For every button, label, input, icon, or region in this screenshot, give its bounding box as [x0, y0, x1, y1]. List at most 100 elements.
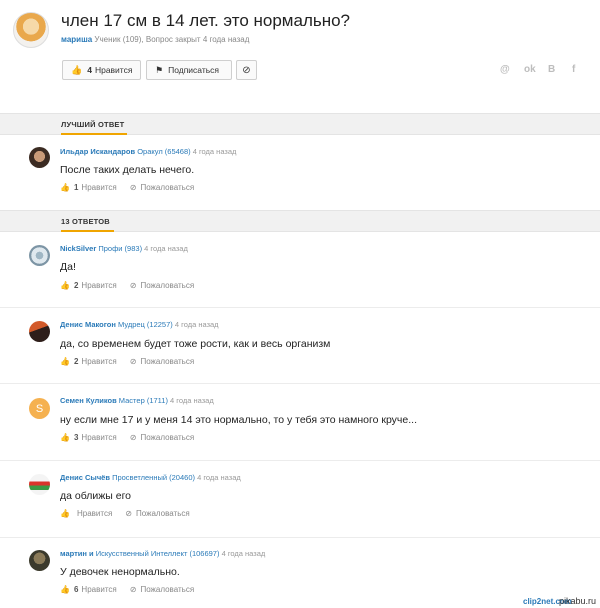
- answer-avatar[interactable]: [29, 474, 50, 495]
- answer-like-count: 6: [73, 585, 79, 594]
- answer-like-label: Нравится: [81, 183, 117, 192]
- answer-author-rank: Оракул (65468): [137, 147, 191, 156]
- best-answer-section-header: ЛУЧШИЙ ОТВЕТ: [0, 113, 600, 135]
- vk-share-icon[interactable]: B: [548, 64, 555, 75]
- answer-like-button[interactable]: 👍 Нравится: [60, 509, 112, 518]
- answer-author-link[interactable]: Ильдар Искандаров: [60, 147, 135, 156]
- answer-time: 4 года назад: [144, 244, 188, 253]
- answer-divider: [0, 307, 600, 308]
- best-answer-label: ЛУЧШИЙ ОТВЕТ: [61, 120, 125, 129]
- answer-author-link[interactable]: Денис Макогон: [60, 320, 116, 329]
- answer-like-label: Нравится: [81, 585, 117, 594]
- thumbs-up-icon: 👍: [71, 64, 83, 75]
- report-label: Пожаловаться: [140, 357, 195, 366]
- answer-text: да, со временем будет тоже рости, как и …: [60, 338, 331, 350]
- section-underline: [61, 230, 114, 232]
- answer-author-link[interactable]: мартин и: [60, 549, 94, 558]
- block-button[interactable]: ⊘: [236, 60, 257, 80]
- facebook-share-icon[interactable]: f: [572, 64, 575, 75]
- answer-text: После таких делать нечего.: [60, 164, 195, 176]
- like-count: 4: [87, 65, 92, 75]
- answer-avatar[interactable]: [29, 245, 50, 266]
- question-title: член 17 см в 14 лет. это нормально?: [61, 11, 351, 30]
- answer-like-count: 1: [73, 183, 79, 192]
- answer-meta: Денис Сычёв Просветленный (20460) 4 года…: [60, 473, 241, 482]
- answer-author-rank: Мудрец (12257): [117, 320, 173, 329]
- answer-text: Да!: [60, 261, 76, 273]
- answer-author-rank: Мастер (1711): [118, 396, 168, 405]
- thumbs-up-icon: 👍: [60, 509, 70, 518]
- report-icon: ⊘: [129, 281, 137, 290]
- report-button[interactable]: ⊘ Пожаловаться: [130, 433, 194, 442]
- report-button[interactable]: ⊘ Пожаловаться: [125, 509, 189, 518]
- question-author-rank: Ученик (109),: [94, 35, 144, 44]
- answer-like-label: Нравится: [81, 357, 117, 366]
- answer-time: 4 года назад: [192, 147, 237, 156]
- answer-divider: [0, 460, 600, 461]
- answer-text: да оближы его: [60, 490, 132, 502]
- answer-like-count: 2: [73, 281, 79, 290]
- author-avatar[interactable]: [13, 12, 49, 48]
- thumbs-up-icon: 👍: [60, 183, 70, 192]
- answer-author-link[interactable]: Денис Сычёв: [60, 473, 110, 482]
- subscribe-label: Подписаться: [168, 65, 220, 75]
- answer-time: 4 года назад: [174, 320, 219, 329]
- mail-share-icon[interactable]: @: [500, 64, 510, 75]
- question-author-link[interactable]: мариша: [61, 35, 92, 44]
- answer-like-button[interactable]: 👍 2 Нравится: [60, 281, 117, 290]
- answer-time: 4 года назад: [221, 549, 266, 558]
- answer-like-button[interactable]: 👍 1 Нравится: [60, 183, 117, 192]
- report-label: Пожаловаться: [140, 183, 195, 192]
- question-status: Вопрос закрыт 4 года назад: [145, 35, 250, 44]
- odnoklassniki-share-icon[interactable]: ok: [524, 64, 536, 75]
- answer-like-count: 3: [73, 433, 79, 442]
- answer-meta: NickSilver Профи (983) 4 года назад: [60, 244, 188, 253]
- answer-avatar[interactable]: S: [29, 398, 50, 419]
- bookmark-icon: ⚑: [155, 64, 164, 75]
- report-label: Пожаловаться: [140, 585, 195, 594]
- answer-author-link[interactable]: Семен Куликов: [60, 396, 117, 405]
- pikabu-watermark: pikabu.ru: [558, 596, 596, 606]
- report-button[interactable]: ⊘ Пожаловаться: [130, 357, 194, 366]
- report-icon: ⊘: [129, 183, 137, 192]
- answer-author-rank: Просветленный (20460): [112, 473, 195, 482]
- thumbs-up-icon: 👍: [60, 357, 70, 366]
- answer-meta: Денис Макогон Мудрец (12257) 4 года наза…: [60, 320, 219, 329]
- answer-like-button[interactable]: 👍 2 Нравится: [60, 357, 117, 366]
- report-icon: ⊘: [129, 357, 137, 366]
- answer-like-label: Нравится: [81, 433, 117, 442]
- answer-meta: Ильдар Искандаров Оракул (65468) 4 года …: [60, 147, 236, 156]
- answer-meta: мартин и Искусственный Интеллект (106697…: [60, 549, 265, 558]
- answer-text: У девочек ненормально.: [60, 566, 180, 578]
- answer-actions: 👍 2 Нравится ⊘ Пожаловаться: [60, 357, 194, 366]
- answer-avatar[interactable]: [29, 147, 50, 168]
- question-header: член 17 см в 14 лет. это нормально? мари…: [0, 0, 600, 110]
- answer-meta: Семен Куликов Мастер (1711) 4 года назад: [60, 396, 214, 405]
- answer-divider: [0, 383, 600, 384]
- answer-actions: 👍 2 Нравится ⊘ Пожаловаться: [60, 281, 194, 290]
- answer-author-rank: Искусственный Интеллект (106697): [95, 549, 220, 558]
- answers-section-header: 13 ОТВЕТОВ: [0, 210, 600, 232]
- answer-like-button[interactable]: 👍 6 Нравится: [60, 585, 117, 594]
- report-label: Пожаловаться: [140, 433, 195, 442]
- answer-actions: 👍 6 Нравится ⊘ Пожаловаться: [60, 585, 194, 594]
- section-underline: [61, 133, 127, 135]
- answer-time: 4 года назад: [197, 473, 241, 482]
- report-button[interactable]: ⊘ Пожаловаться: [130, 585, 194, 594]
- report-icon: ⊘: [129, 585, 137, 594]
- report-button[interactable]: ⊘ Пожаловаться: [130, 183, 194, 192]
- answer-avatar[interactable]: [29, 321, 50, 342]
- answer-like-label: Нравится: [76, 509, 113, 518]
- subscribe-button[interactable]: ⚑ Подписаться: [146, 60, 232, 80]
- block-icon: ⊘: [242, 64, 251, 76]
- report-label: Пожаловаться: [135, 509, 190, 518]
- like-question-button[interactable]: 👍 4 Нравится: [62, 60, 141, 80]
- answer-author-link[interactable]: NickSilver: [60, 244, 96, 253]
- answer-like-button[interactable]: 👍 3 Нравится: [60, 433, 117, 442]
- thumbs-up-icon: 👍: [60, 281, 70, 290]
- report-button[interactable]: ⊘ Пожаловаться: [130, 281, 194, 290]
- report-label: Пожаловаться: [140, 281, 195, 290]
- answer-divider: [0, 537, 600, 538]
- answer-avatar[interactable]: [29, 550, 50, 571]
- thumbs-up-icon: 👍: [60, 585, 70, 594]
